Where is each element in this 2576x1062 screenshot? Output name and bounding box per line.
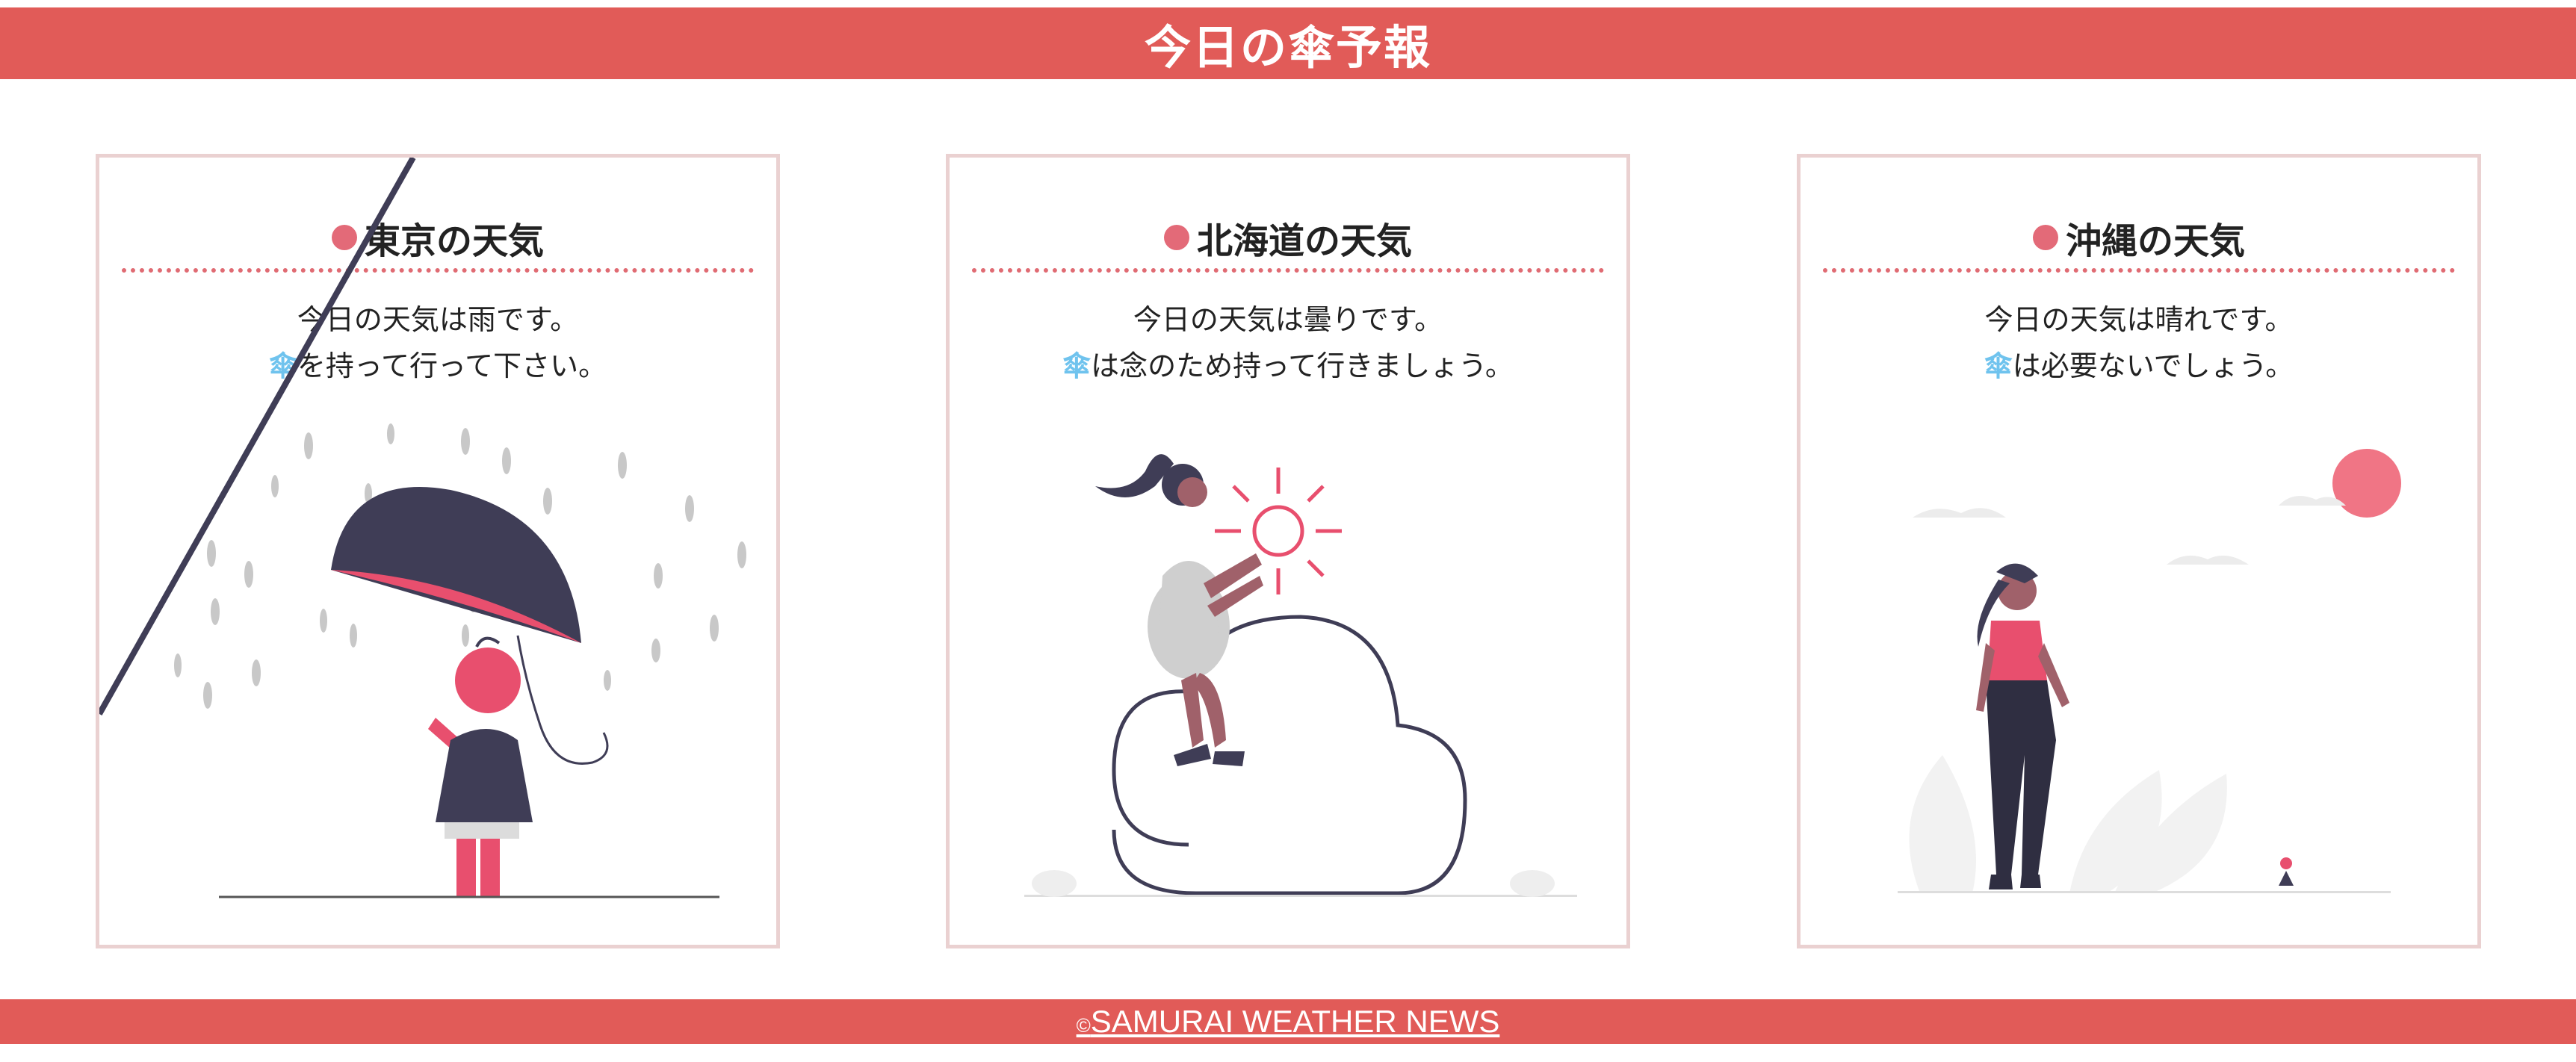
page-title: 今日の傘予報 [1144, 20, 1431, 75]
page-header: 今日の傘予報 [0, 7, 2576, 79]
cloud-sun-illustration [1024, 454, 1577, 897]
weather-card-okinawa: 沖縄の天気 今日の天気は晴れです。 傘は必要ないでしょう。 [1797, 154, 2481, 948]
sunny-walk-illustration [1898, 449, 2401, 893]
page-footer: ©SAMURAI WEATHER NEWS [0, 999, 2576, 1044]
copyright-symbol: © [1076, 1014, 1091, 1037]
footer-credit-link[interactable]: ©SAMURAI WEATHER NEWS [1077, 1004, 1500, 1040]
rain-umbrella-illustration [99, 158, 746, 898]
weather-card-hokkaido: 北海道の天気 今日の天気は曇りです。 傘は念のため持って行きましょう。 [946, 154, 1630, 948]
weather-card-tokyo: 東京の天気 今日の天気は雨です。 傘を持って行って下さい。 [96, 154, 780, 948]
footer-link-text: SAMURAI WEATHER NEWS [1090, 1004, 1500, 1039]
